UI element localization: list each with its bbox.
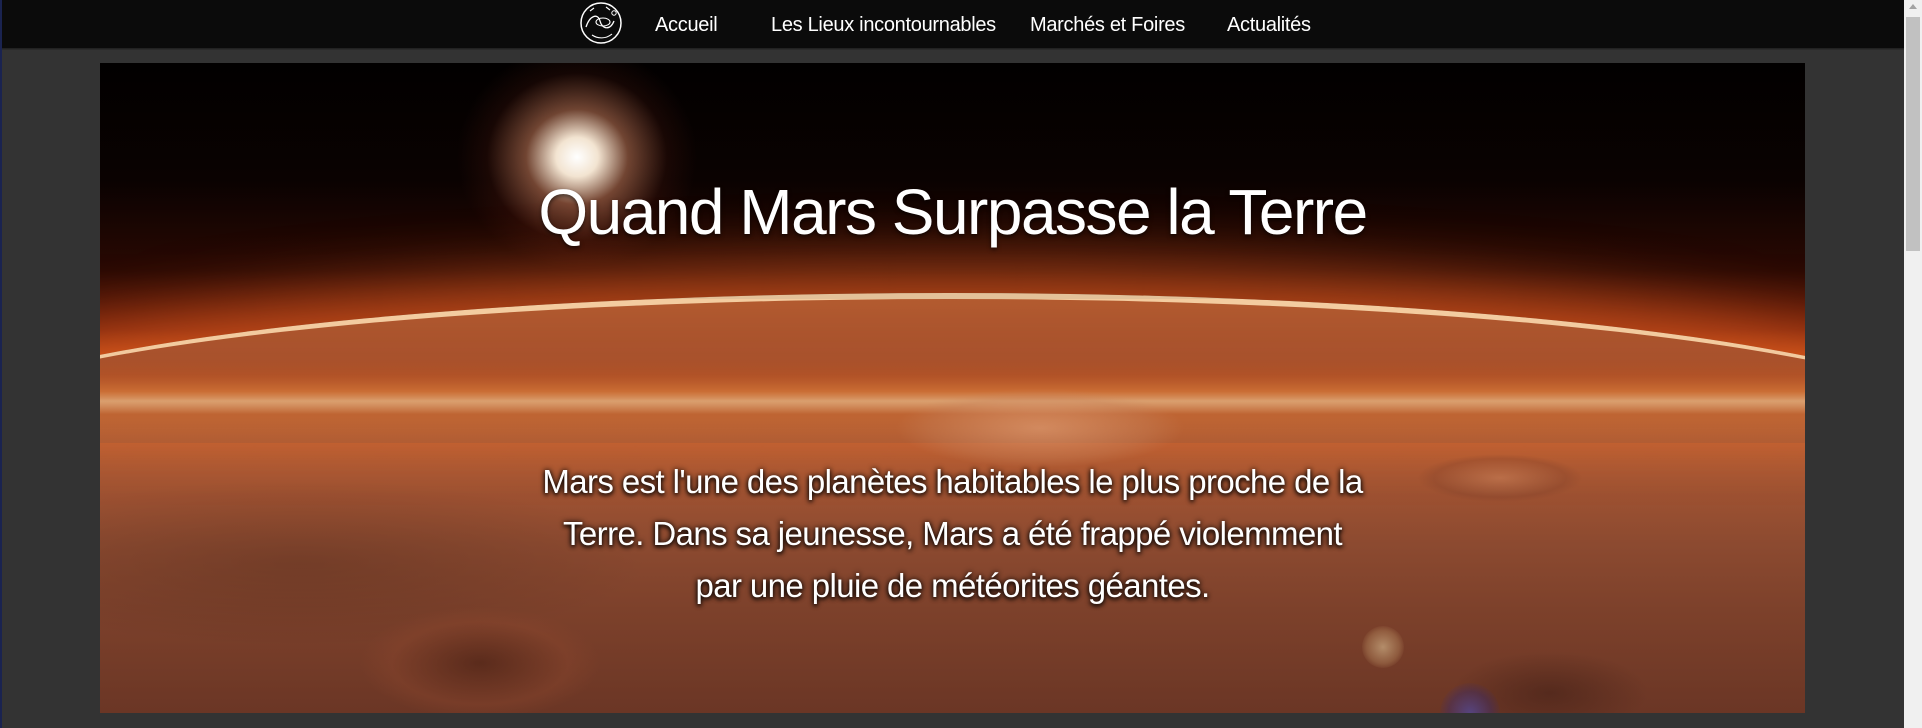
hero-banner: Quand Mars Surpasse la Terre Mars est l'…: [100, 63, 1805, 713]
nav-link-accueil[interactable]: Accueil: [655, 0, 718, 49]
hero-title: Quand Mars Surpasse la Terre: [538, 176, 1368, 248]
top-navigation: Accueil Les Lieux incontournables Marché…: [2, 0, 1904, 49]
lens-flare: [1362, 626, 1404, 668]
site-logo-icon[interactable]: [576, 1, 626, 45]
nav-link-actualites[interactable]: Actualités: [1227, 0, 1311, 49]
hero-description: Mars est l'une des planètes habitables l…: [542, 463, 1363, 604]
nav-link-marches-et-foires[interactable]: Marchés et Foires: [1030, 0, 1185, 49]
scroll-up-arrow-icon[interactable]: [1909, 4, 1917, 9]
vertical-scrollbar[interactable]: [1904, 0, 1922, 728]
nav-link-lieux-incontournables[interactable]: Les Lieux incontournables: [771, 0, 996, 49]
scrollbar-thumb[interactable]: [1906, 17, 1920, 251]
